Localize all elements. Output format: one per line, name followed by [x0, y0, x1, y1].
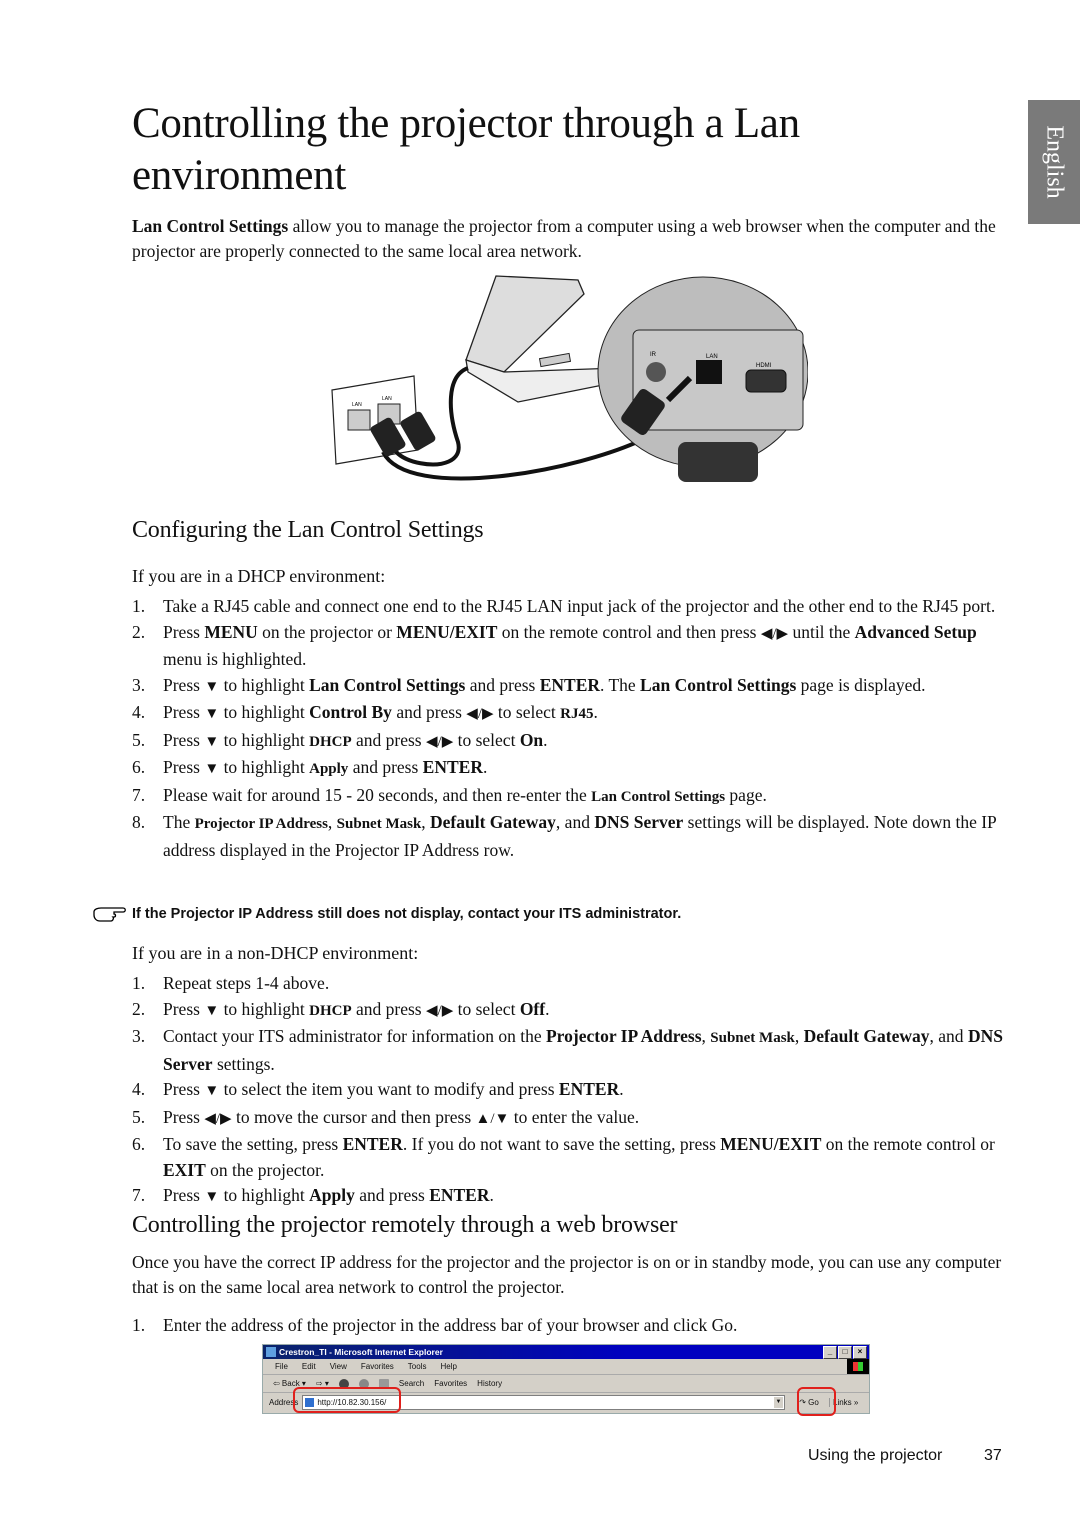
- step-number: 3.: [132, 674, 146, 695]
- page-title: Controlling the projector through a Lan …: [132, 98, 800, 202]
- step-text: Press ▼ to highlight DHCP and press ◀/▶ …: [163, 998, 550, 1019]
- step-item: 8. The Projector IP Address, Subnet Mask,…: [132, 810, 1012, 863]
- go-highlight: [797, 1387, 836, 1416]
- step-number: 7.: [132, 784, 146, 805]
- menu-item-favorites[interactable]: Favorites: [361, 1359, 394, 1374]
- step-item: 2. Press ▼ to highlight DHCP and press ◀/…: [132, 997, 1012, 1025]
- svg-text:LAN: LAN: [382, 396, 392, 402]
- laptop-icon: [465, 275, 619, 403]
- menu-item-tools[interactable]: Tools: [408, 1359, 427, 1374]
- svg-text:HDMI: HDMI: [756, 363, 772, 369]
- browser-window-title: Crestron_TI - Microsoft Internet Explore…: [279, 1347, 443, 1357]
- step-number: 3.: [132, 1026, 146, 1046]
- step-item: 7. Please wait for around 15 - 20 seconds…: [132, 783, 1012, 811]
- minimize-icon[interactable]: _: [823, 1346, 837, 1359]
- dhcp-steps-list: 1. Take a RJ45 cable and connect one end …: [132, 594, 1012, 863]
- connection-figure: LAN LAN IR LAN HDMI: [331, 275, 808, 482]
- step-item: 5. Press ◀/▶ to move the cursor and then …: [132, 1105, 1012, 1133]
- intro-bold: Lan Control Settings: [132, 216, 289, 236]
- step-text: Press ▼ to highlight Apply and press ENT…: [163, 757, 488, 777]
- step-number: 4.: [132, 1079, 146, 1099]
- step-number: 7.: [132, 1185, 146, 1205]
- step-number: 2.: [132, 621, 146, 642]
- language-tab: English: [1028, 100, 1080, 224]
- step-number: 4.: [132, 702, 146, 722]
- favorites-button[interactable]: Favorites: [434, 1375, 467, 1392]
- intro-paragraph: Lan Control Settings allow you to manage…: [132, 214, 1002, 264]
- step-text: Take a RJ45 cable and connect one end to…: [163, 596, 996, 616]
- footer-section: Using the projector: [808, 1447, 943, 1464]
- step-item: 2. Press MENU on the projector or MENU/EX…: [132, 620, 1012, 673]
- section-heading-web: Controlling the projector remotely throu…: [132, 1212, 678, 1238]
- language-tab-label: English: [1041, 125, 1068, 199]
- web-steps-list: 1. Enter the address of the projector in …: [132, 1313, 1012, 1339]
- step-number: 6.: [132, 757, 146, 777]
- step-item: 3. Contact your ITS administrator for inf…: [132, 1024, 1012, 1077]
- svg-text:LAN: LAN: [706, 354, 718, 360]
- step-number: 1.: [132, 973, 146, 993]
- menu-item-file[interactable]: File: [275, 1359, 288, 1374]
- step-item: 1. Take a RJ45 cable and connect one end …: [132, 594, 1012, 620]
- step-text: Press ▼ to highlight DHCP and press ◀/▶ …: [163, 729, 548, 750]
- title-line-1: Controlling the projector through a Lan: [132, 100, 800, 147]
- note-text: If the Projector IP Address still does n…: [132, 905, 682, 922]
- step-item: 5. Press ▼ to highlight DHCP and press ◀/…: [132, 728, 1012, 756]
- step-number: 2.: [132, 998, 146, 1019]
- step-item: 4. Press ▼ to select the item you want to…: [132, 1077, 1012, 1105]
- step-text: Press ▼ to highlight Apply and press ENT…: [163, 1185, 494, 1205]
- svg-text:IR: IR: [650, 352, 657, 358]
- browser-titlebar: Crestron_TI - Microsoft Internet Explore…: [263, 1345, 869, 1359]
- step-number: 8.: [132, 812, 146, 832]
- step-item: 7. Press ▼ to highlight Apply and press E…: [132, 1183, 1012, 1211]
- projector-panel-icon: IR LAN HDMI: [597, 276, 808, 482]
- step-number: 6.: [132, 1134, 146, 1154]
- search-button[interactable]: Search: [399, 1375, 424, 1392]
- page-number: 37: [984, 1447, 1002, 1464]
- step-text: Repeat steps 1-4 above.: [163, 973, 330, 993]
- note: If the Projector IP Address still does n…: [92, 905, 681, 923]
- step-item: 3. Press ▼ to highlight Lan Control Setti…: [132, 673, 1012, 701]
- browser-menubar: File Edit View Favorites Tools Help: [263, 1359, 869, 1375]
- step-item: 6. Press ▼ to highlight Apply and press E…: [132, 755, 1012, 783]
- ie-icon: [266, 1347, 276, 1357]
- step-text: Press ▼ to highlight Control By and pres…: [163, 702, 598, 722]
- dropdown-arrow-icon[interactable]: ▼: [774, 1396, 783, 1408]
- windows-logo-icon: [847, 1359, 869, 1374]
- menu-item-view[interactable]: View: [330, 1359, 347, 1374]
- step-text: Press ◀/▶ to move the cursor and then pr…: [163, 1106, 640, 1127]
- history-button[interactable]: History: [477, 1375, 502, 1392]
- title-line-2: environment: [132, 152, 347, 199]
- step-text: Contact your ITS administrator for infor…: [163, 1026, 1003, 1074]
- step-item: 6. To save the setting, press ENTER. If y…: [132, 1132, 1012, 1183]
- step-number: 1.: [132, 1315, 146, 1335]
- step-text: Enter the address of the projector in th…: [163, 1315, 738, 1335]
- menu-item-edit[interactable]: Edit: [302, 1359, 316, 1374]
- dhcp-heading: If you are in a DHCP environment:: [132, 566, 386, 586]
- step-text: Press ▼ to select the item you want to m…: [163, 1079, 624, 1099]
- pointing-hand-icon: [93, 907, 126, 922]
- close-icon[interactable]: ×: [853, 1346, 867, 1359]
- step-text: Press MENU on the projector or MENU/EXIT…: [163, 621, 977, 670]
- step-item: 1. Enter the address of the projector in …: [132, 1313, 1012, 1339]
- step-text: The Projector IP Address, Subnet Mask, D…: [163, 812, 997, 860]
- web-intro: Once you have the correct IP address for…: [132, 1252, 1002, 1297]
- section-heading-configure: Configuring the Lan Control Settings: [132, 517, 484, 543]
- step-number: 1.: [132, 596, 146, 616]
- step-item: 4. Press ▼ to highlight Control By and pr…: [132, 700, 1012, 728]
- step-number: 5.: [132, 1106, 146, 1127]
- address-highlight: [293, 1387, 401, 1413]
- step-number: 5.: [132, 729, 146, 750]
- menu-item-help[interactable]: Help: [440, 1359, 456, 1374]
- step-text: Press ▼ to highlight Lan Control Setting…: [163, 674, 926, 695]
- step-text: To save the setting, press ENTER. If you…: [163, 1134, 995, 1180]
- non-dhcp-heading: If you are in a non-DHCP environment:: [132, 943, 419, 963]
- maximize-icon[interactable]: □: [838, 1346, 852, 1359]
- non-dhcp-steps-list: 1. Repeat steps 1-4 above. 2. Press ▼ to hi…: [132, 971, 1012, 1211]
- step-item: 1. Repeat steps 1-4 above.: [132, 971, 1012, 997]
- svg-text:LAN: LAN: [352, 402, 362, 408]
- step-text: Please wait for around 15 - 20 seconds, …: [163, 784, 767, 805]
